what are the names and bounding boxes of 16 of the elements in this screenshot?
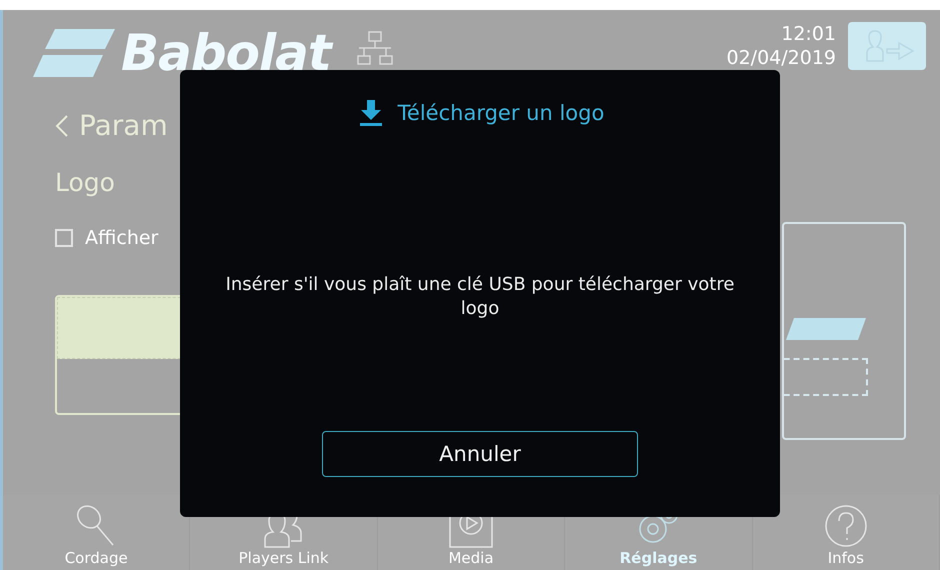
- cancel-button[interactable]: Annuler: [322, 431, 638, 477]
- dialog-message: Insérer s'il vous plaît une clé USB pour télécharger votre logo: [224, 273, 736, 321]
- section-title: Logo: [55, 168, 116, 197]
- network-icon: [356, 30, 393, 66]
- clock-date: 02/04/2019: [726, 46, 836, 70]
- logout-button[interactable]: [848, 22, 926, 70]
- swoosh-icon: [33, 28, 115, 76]
- dialog-title: Télécharger un logo: [398, 101, 604, 125]
- clock-time: 12:01: [781, 22, 836, 46]
- checkbox-label: Afficher: [85, 227, 158, 249]
- chevron-left-icon: [55, 114, 69, 138]
- help-icon: [822, 503, 869, 549]
- checkbox[interactable]: [55, 229, 73, 247]
- brand-logo: Babolat: [121, 24, 331, 82]
- back-link[interactable]: Param: [55, 109, 359, 142]
- back-label: Param: [79, 109, 168, 142]
